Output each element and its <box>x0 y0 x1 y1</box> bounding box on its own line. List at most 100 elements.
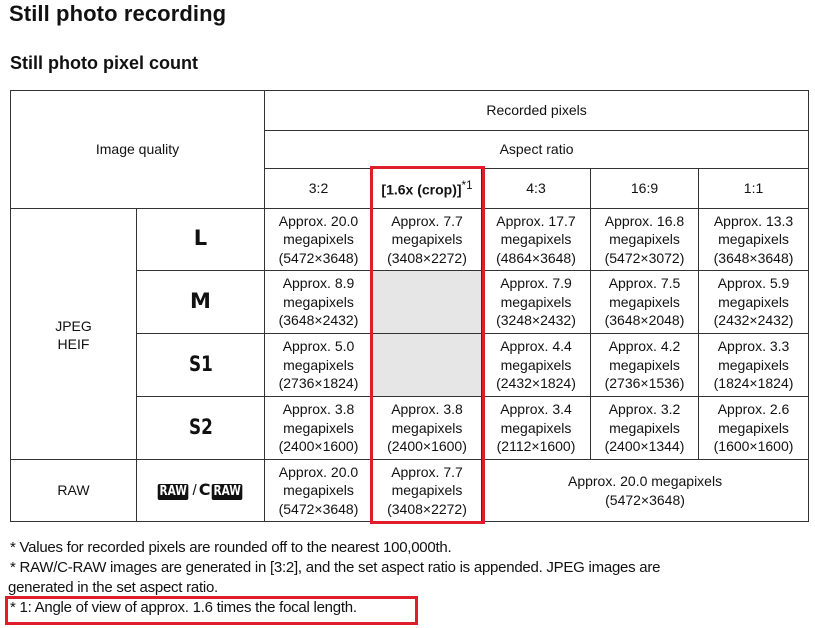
cell: Approx. 7.9 megapixels (3248×2432) <box>481 270 591 334</box>
cell-line: megapixels <box>609 231 680 248</box>
cell-line: megapixels <box>500 293 572 310</box>
cell-line: (3408×2272) <box>387 249 467 266</box>
cell-line: (5472×3648) <box>605 491 685 508</box>
cell-line: megapixels <box>718 419 789 436</box>
cell-line: megapixels <box>718 356 789 373</box>
cell: Approx. 4.4 megapixels (2432×1824) <box>481 333 591 397</box>
raw-icon: RAW <box>157 483 189 500</box>
group-label-jpeg: JPEG <box>55 317 92 334</box>
cell: Approx. 7.7 megapixels (3408×2272) <box>372 459 482 522</box>
cell-line: Approx. 3.3 <box>717 338 790 355</box>
cell-line: Approx. 7.9 <box>500 275 572 292</box>
cell-line: (2432×2432) <box>713 312 794 329</box>
quality-s1-icon: S1 <box>188 351 213 376</box>
footnote-raw-aspect: * RAW/C-RAW images are generated in [3:2… <box>10 559 661 576</box>
cell: Approx. 3.2 megapixels (2400×1344) <box>590 396 699 460</box>
cell-line: (3648×2432) <box>278 312 359 329</box>
cell-line: Approx. 4.4 <box>500 338 572 355</box>
cell-line: megapixels <box>283 293 354 310</box>
cell-line: megapixels <box>500 231 572 248</box>
quality-raw-craw: RAW / C RAW <box>136 459 265 522</box>
cell-line: megapixels <box>283 419 354 436</box>
cell: Approx. 13.3 megapixels (3648×3648) <box>697 208 810 271</box>
cell-line: Approx. 3.8 <box>391 401 463 418</box>
cell-line: Approx. 3.8 <box>282 401 355 418</box>
cell-line: megapixels <box>718 293 789 310</box>
cell-line: Approx. 7.5 <box>608 275 681 292</box>
cell-line: Approx. 20.0 <box>278 212 359 229</box>
header-aspect-ratio: Aspect ratio <box>263 130 810 169</box>
cell: Approx. 3.8 megapixels (2400×1600) <box>372 396 482 460</box>
cell-line: Approx. 4.2 <box>608 338 681 355</box>
cell: Approx. 7.5 megapixels (3648×2048) <box>590 270 699 334</box>
group-label-heif: HEIF <box>57 336 90 352</box>
cell: Approx. 4.2 megapixels (2736×1536) <box>590 333 699 397</box>
column-header-4-3: 4:3 <box>481 168 591 209</box>
cell: Approx. 20.0 megapixels (5472×3648) <box>264 208 373 271</box>
quality-s2: S2 <box>136 396 265 460</box>
cell-line: Approx. 5.9 <box>717 275 790 292</box>
cell-line: (2432×1824) <box>496 375 576 392</box>
cell-line: Approx. 16.8 <box>604 212 685 229</box>
page-title: Still photo recording <box>9 1 227 26</box>
pixel-count-table: Image quality Recorded pixels Aspect rat… <box>10 90 810 522</box>
column-header-3-2: 3:2 <box>264 168 373 209</box>
cell-line: Approx. 5.0 <box>282 338 355 355</box>
cell: Approx. 7.7 megapixels (3408×2272) <box>372 208 482 271</box>
cell: Approx. 16.8 megapixels (5472×3072) <box>590 208 699 271</box>
cell-line: (3408×2272) <box>387 500 467 517</box>
header-image-quality: Image quality <box>10 90 265 209</box>
cell: Approx. 8.9 megapixels (3648×2432) <box>264 270 373 334</box>
cell-line: (5472×3648) <box>278 500 359 517</box>
cell-line: (4864×3648) <box>496 249 576 266</box>
cell-unavailable <box>372 270 482 334</box>
cell-line: (2736×1536) <box>604 375 685 392</box>
quality-m-icon: M <box>190 288 211 313</box>
header-recorded-pixels: Recorded pixels <box>263 90 810 131</box>
cell-line: Approx. 7.7 <box>391 212 463 229</box>
c-raw-icon: RAW <box>212 483 244 500</box>
cell-line: (3648×3648) <box>713 249 794 266</box>
cell: Approx. 20.0 megapixels (5472×3648) <box>264 459 373 522</box>
separator: / <box>192 481 197 499</box>
cell-line: (2400×1600) <box>387 438 467 455</box>
quality-l-icon: L <box>193 226 208 251</box>
cell: Approx. 17.7 megapixels (4864×3648) <box>481 208 591 271</box>
column-header-1-1: 1:1 <box>697 168 810 209</box>
quality-s1: S1 <box>136 333 265 397</box>
cell-line: megapixels <box>283 482 354 499</box>
cell-line: (5472×3648) <box>278 249 359 266</box>
cell-line: megapixels <box>391 231 463 248</box>
cell-merged: Approx. 20.0 megapixels (5472×3648) <box>480 459 810 522</box>
cell-line: Approx. 3.2 <box>608 401 681 418</box>
cell-line: megapixels <box>500 419 572 436</box>
cell: Approx. 3.8 megapixels (2400×1600) <box>264 396 373 460</box>
cell-line: megapixels <box>609 419 680 436</box>
footnote-marker: *1 <box>461 179 473 193</box>
cell: Approx. 3.3 megapixels (1824×1824) <box>697 333 810 397</box>
cell-line: (3648×2048) <box>604 312 685 329</box>
cell-line: Approx. 7.7 <box>391 463 463 480</box>
cell-line: Approx. 8.9 <box>282 275 355 292</box>
footnotes: * Values for recorded pixels are rounded… <box>8 538 810 618</box>
crop-label: [1.6x (crop)] <box>381 182 462 199</box>
cell: Approx. 5.0 megapixels (2736×1824) <box>264 333 373 397</box>
table-row: JPEG HEIF L Approx. 20.0 megapixels (5472×3… <box>10 208 810 460</box>
table-row: RAW RAW / C RAW Approx. 20.0 megapixels (5472… <box>10 459 810 522</box>
cell-line: megapixels <box>283 356 354 373</box>
cell-line: (1824×1824) <box>713 375 794 392</box>
cell-line: megapixels <box>391 419 463 436</box>
footnote-crop: * 1: Angle of view of approx. 1.6 times … <box>10 599 357 616</box>
cell-line: (1600×1600) <box>713 438 794 455</box>
cell-line: megapixels <box>500 356 572 373</box>
cell: Approx. 3.4 megapixels (2112×1600) <box>481 396 591 460</box>
cell-line: (5472×3072) <box>604 249 685 266</box>
cell-line: (3248×2432) <box>496 312 576 329</box>
quality-m: M <box>136 270 265 334</box>
cell-line: megapixels <box>718 231 789 248</box>
cell-line: Approx. 20.0 megapixels <box>567 473 723 489</box>
cell-unavailable <box>372 333 482 397</box>
cell: Approx. 5.9 megapixels (2432×2432) <box>697 270 810 334</box>
footnote-rounding: * Values for recorded pixels are rounded… <box>10 539 452 556</box>
cell-line: (2400×1600) <box>278 438 359 455</box>
